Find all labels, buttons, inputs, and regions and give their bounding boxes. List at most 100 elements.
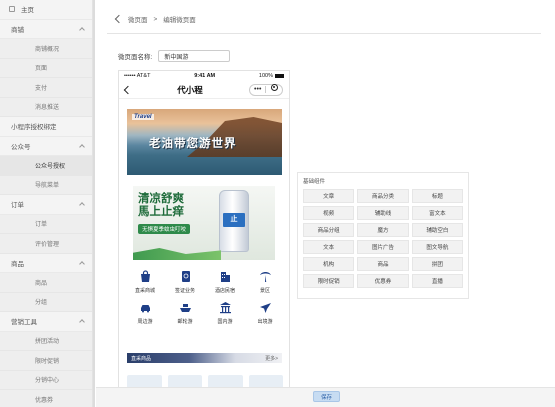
- passport-icon: [178, 269, 193, 284]
- status-bar: •••••• AT&T 9:41 AM 100%: [119, 71, 289, 81]
- component-image-nav[interactable]: 图文导航: [411, 240, 463, 254]
- ship-icon: [178, 300, 193, 315]
- page-name-label: 微页面名称:: [118, 54, 153, 61]
- component-flash-sale[interactable]: 限时促销: [303, 274, 355, 288]
- component-divider[interactable]: 辅助线: [357, 206, 409, 220]
- chevron-up-icon: [79, 143, 85, 150]
- sidebar-item-shop-overview[interactable]: 商铺概况: [0, 39, 92, 59]
- component-coupon[interactable]: 优惠券: [357, 274, 409, 288]
- banner-travel[interactable]: Travel 老油带您游世界: [127, 109, 282, 175]
- palm-tree-icon: [258, 269, 273, 284]
- banner-travel-text: 老油带您游世界: [149, 136, 237, 150]
- breadcrumb-root[interactable]: 微页面: [128, 14, 148, 24]
- grid-item[interactable]: 景区: [245, 269, 285, 294]
- component-live[interactable]: 直播: [411, 274, 463, 288]
- sidebar-item-oa-auth[interactable]: 公众号授权: [0, 156, 92, 176]
- sidebar-item-coupons[interactable]: 优惠券: [0, 390, 92, 407]
- breadcrumb-separator: >: [153, 15, 158, 23]
- grid-item[interactable]: 周边游: [125, 300, 165, 325]
- back-icon[interactable]: [123, 85, 133, 94]
- airplane-icon: [258, 300, 273, 315]
- component-text[interactable]: 文本: [303, 240, 355, 254]
- component-grid: 文章 商品分类 标题 视频 辅助线 富文本 商品分组 魔方 辅助空白 文本 图片…: [303, 189, 463, 288]
- component-title[interactable]: 标题: [411, 189, 463, 203]
- component-product-category[interactable]: 商品分类: [357, 189, 409, 203]
- sidebar-item-groups[interactable]: 分组: [0, 292, 92, 312]
- sidebar-group-marketing[interactable]: 营销工具: [0, 312, 92, 332]
- grid-item[interactable]: 直采商城: [125, 269, 165, 294]
- component-institution[interactable]: 机构: [303, 257, 355, 271]
- sidebar-item-payment[interactable]: 支付: [0, 78, 92, 98]
- component-rich-text[interactable]: 富文本: [411, 206, 463, 220]
- sidebar-item-distribution[interactable]: 分销中心: [0, 370, 92, 390]
- sidebar-item-reviews[interactable]: 评价管理: [0, 234, 92, 254]
- breadcrumb-current: 编辑微页面: [163, 17, 196, 24]
- sidebar-group-label: 小程序授权绑定: [11, 124, 57, 132]
- featured-strip[interactable]: 直采商品 更多>: [127, 353, 282, 363]
- sidebar-group-shop[interactable]: 商铺: [0, 20, 92, 39]
- banner-product[interactable]: 清凉舒爽 馬上止痒 无惧夏季蚊虫叮咬 止: [133, 186, 275, 260]
- leaf-decoration: [133, 248, 221, 260]
- component-product-group[interactable]: 商品分组: [303, 223, 355, 237]
- sidebar-item-pages[interactable]: 页面: [0, 58, 92, 78]
- page-name-row: 微页面名称:: [118, 50, 231, 62]
- status-battery: 100%: [259, 73, 284, 79]
- status-carrier: •••••• AT&T: [124, 73, 151, 79]
- sidebar-group-label: 公众号: [11, 143, 31, 151]
- component-panel-title: 基础组件: [303, 179, 326, 185]
- sidebar-group-label: 营销工具: [11, 319, 37, 327]
- page-name-input[interactable]: [158, 50, 231, 62]
- more-icon[interactable]: •••: [250, 85, 266, 95]
- grid-item[interactable]: 邮轮游: [165, 300, 205, 325]
- chevron-up-icon: [79, 319, 85, 326]
- component-cube[interactable]: 魔方: [357, 223, 409, 237]
- grid-item[interactable]: 签证业务: [165, 269, 205, 294]
- sidebar: 主页 商铺 商铺概况 页面 支付 消息推送 小程序授权绑定 公众号 公众号授权 …: [0, 0, 93, 407]
- grid-item[interactable]: 酒店民宿: [205, 269, 245, 294]
- sidebar-group-label: 订单: [11, 202, 24, 210]
- sidebar-item-flash-sale[interactable]: 限时促销: [0, 351, 92, 371]
- component-group-buy[interactable]: 拼团: [411, 257, 463, 271]
- sidebar-group-miniapp-bind[interactable]: 小程序授权绑定: [0, 117, 92, 137]
- component-video[interactable]: 视频: [303, 206, 355, 220]
- header-divider: [107, 33, 541, 34]
- component-article[interactable]: 文章: [303, 189, 355, 203]
- chevron-up-icon: [79, 26, 85, 33]
- sidebar-item-push[interactable]: 消息推送: [0, 97, 92, 117]
- mini-app-navbar: 代小程 •••: [119, 81, 289, 99]
- featured-strip-more[interactable]: 更多>: [265, 355, 278, 362]
- sidebar-group-products[interactable]: 商品: [0, 254, 92, 273]
- status-time: 9:41 AM: [194, 73, 216, 79]
- sidebar-group-orders[interactable]: 订单: [0, 195, 92, 215]
- sidebar-group-label: 商铺: [11, 26, 24, 34]
- category-grid: 直采商城 签证业务 酒店民宿 景区 周边游 邮轮游 国内游 出境游: [125, 269, 285, 325]
- grid-item[interactable]: 国内游: [205, 300, 245, 325]
- phone-preview: •••••• AT&T 9:41 AM 100% 代小程 ••• Travel …: [118, 70, 290, 390]
- sidebar-group-official-account[interactable]: 公众号: [0, 137, 92, 156]
- chevron-up-icon: [79, 260, 85, 267]
- grid-item[interactable]: 出境游: [245, 300, 285, 325]
- sidebar-item-orders[interactable]: 订单: [0, 214, 92, 234]
- brand-logo: Travel: [132, 114, 154, 120]
- sidebar-item-products[interactable]: 商品: [0, 273, 92, 293]
- component-product[interactable]: 商品: [357, 257, 409, 271]
- sidebar-item-nav-menu[interactable]: 导航菜单: [0, 175, 92, 195]
- close-target-icon[interactable]: [266, 84, 282, 95]
- banner-product-text: 清凉舒爽 馬上止痒: [138, 191, 184, 218]
- breadcrumb: 微页面 > 编辑微页面: [114, 14, 196, 24]
- shopping-bag-icon: [138, 269, 153, 284]
- sidebar-group-label: 商品: [11, 260, 24, 268]
- battery-icon: [275, 73, 284, 78]
- product-can-image: 止: [219, 190, 249, 252]
- mini-app-capsule[interactable]: •••: [248, 83, 283, 96]
- mini-app-title: 代小程: [177, 84, 203, 95]
- component-spacer[interactable]: 辅助空白: [411, 223, 463, 237]
- sidebar-item-home[interactable]: 主页: [0, 0, 92, 20]
- component-image-ad[interactable]: 图片广告: [357, 240, 409, 254]
- sidebar-item-group-buy[interactable]: 拼团活动: [0, 331, 92, 351]
- banner-product-tag: 无惧夏季蚊虫叮咬: [138, 224, 191, 234]
- save-button[interactable]: 保存: [313, 391, 340, 402]
- temple-icon: [218, 300, 233, 315]
- back-arrow-icon[interactable]: [114, 14, 124, 24]
- hotel-icon: [218, 269, 233, 284]
